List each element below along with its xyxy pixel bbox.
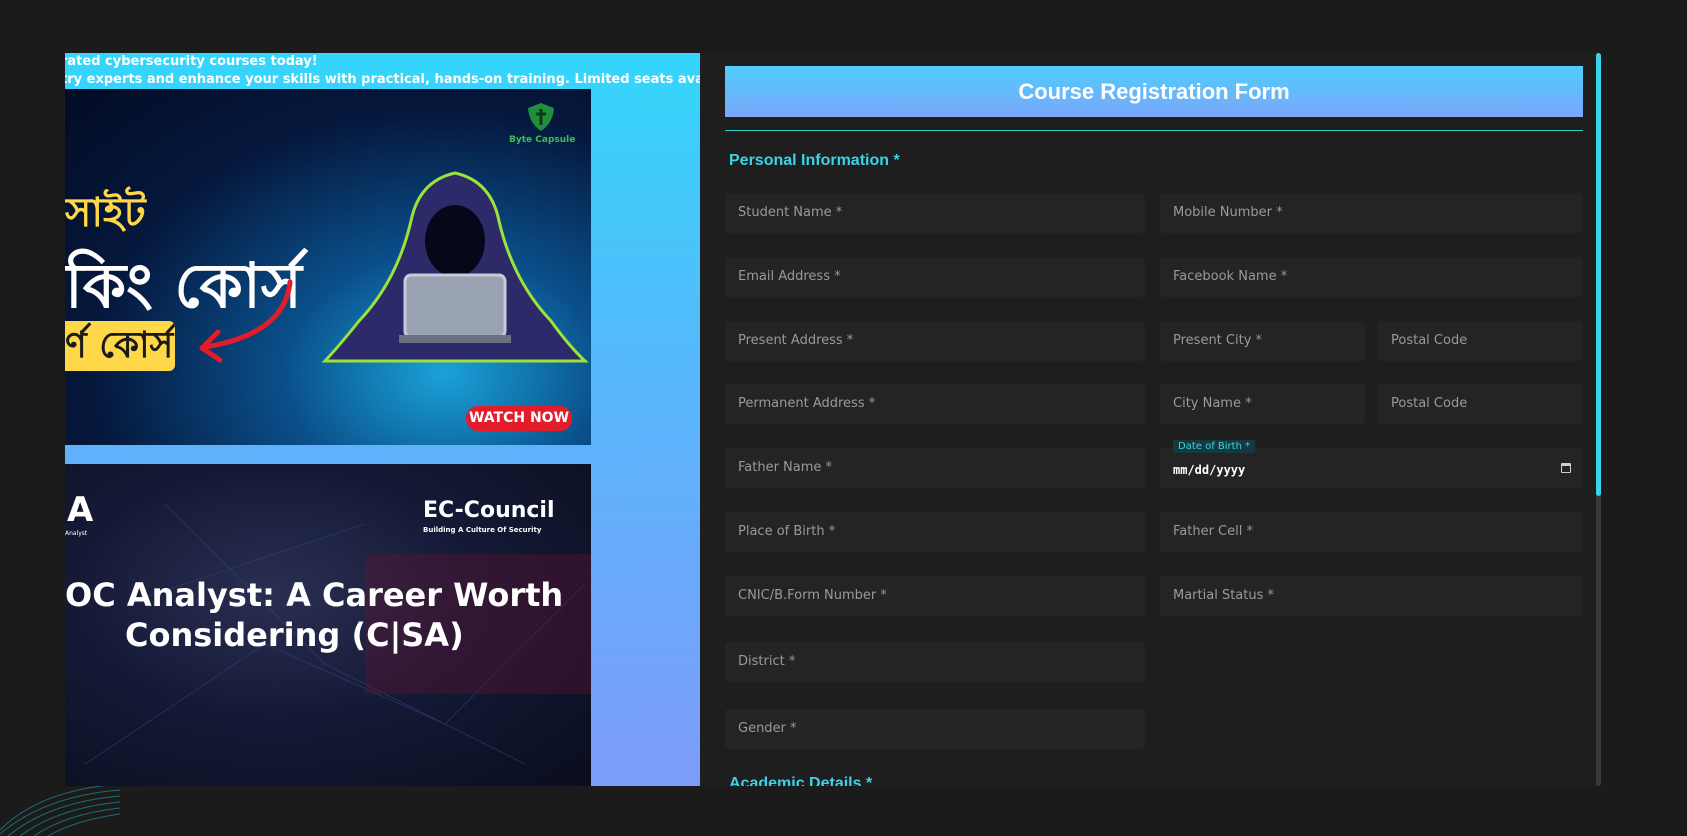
student-name-field[interactable]: Student Name * [725, 193, 1145, 233]
header-divider [725, 130, 1583, 131]
promo-panel: rated cybersecurity courses today! try e… [65, 53, 700, 786]
father-name-field[interactable]: Father Name * [725, 448, 1145, 488]
ec-council-tagline: Building A Culture Of Security [423, 526, 542, 534]
soc-analyst-banner[interactable]: A Analyst EC-Council Building A Culture … [65, 464, 591, 786]
promo-ticker: rated cybersecurity courses today! try e… [65, 53, 700, 89]
permanent-address-field[interactable]: Permanent Address * [725, 384, 1145, 424]
section-academic-details: Academic Details * [729, 775, 873, 786]
watch-now-button[interactable]: WATCH NOW [466, 406, 572, 431]
arrow-icon [199, 279, 293, 363]
district-field[interactable]: District * [725, 642, 1145, 682]
hacker-icon [321, 171, 589, 363]
calendar-icon[interactable] [1561, 463, 1571, 473]
mobile-number-field[interactable]: Mobile Number * [1160, 193, 1583, 233]
present-address-field[interactable]: Present Address * [725, 321, 1145, 361]
ticker-line: rated cybersecurity courses today! [65, 54, 318, 69]
corner-letter: A [67, 490, 94, 530]
banner-headline-2: Considering (C|SA) [125, 616, 464, 654]
ticker-line: try experts and enhance your skills with… [65, 72, 700, 87]
city-name-field[interactable]: City Name * [1160, 384, 1365, 424]
registration-form: Course Registration Form Personal Inform… [700, 53, 1600, 786]
father-cell-field[interactable]: Father Cell * [1160, 512, 1583, 552]
corner-small-text: Analyst [65, 530, 88, 537]
ec-council-logo: EC-Council [423, 498, 555, 523]
place-of-birth-field[interactable]: Place of Birth * [725, 512, 1145, 552]
hacking-course-banner[interactable]: Byte Capsule সাইট কিং কোর্স র্ণ কোর্স WA… [65, 89, 591, 445]
present-city-field[interactable]: Present City * [1160, 321, 1365, 361]
present-postal-code-field[interactable]: Postal Code [1378, 321, 1583, 361]
gender-select[interactable]: Gender * [725, 709, 1145, 749]
marital-status-select[interactable]: Martial Status * [1160, 576, 1583, 616]
form-title: Course Registration Form [725, 66, 1583, 117]
decorative-waves [0, 783, 120, 836]
email-field[interactable]: Email Address * [725, 257, 1145, 297]
date-of-birth-input[interactable]: mm/dd/yyyy [1160, 448, 1583, 488]
cnic-field[interactable]: CNIC/B.Form Number * [725, 576, 1145, 616]
banner-headline-1: OC Analyst: A Career Worth [65, 576, 564, 614]
shield-logo-icon [528, 103, 554, 131]
brand-name: Byte Capsule [509, 135, 576, 145]
banner-line-1: সাইট [65, 190, 146, 236]
facebook-name-field[interactable]: Facebook Name * [1160, 257, 1583, 297]
form-scrollbar-thumb[interactable] [1596, 53, 1601, 496]
banner-pill: র্ণ কোর্স [65, 321, 175, 371]
date-of-birth-label: Date of Birth * [1173, 440, 1256, 453]
date-of-birth-value: mm/dd/yyyy [1173, 463, 1246, 477]
permanent-postal-code-field[interactable]: Postal Code [1378, 384, 1583, 424]
section-personal-information: Personal Information * [729, 152, 900, 169]
